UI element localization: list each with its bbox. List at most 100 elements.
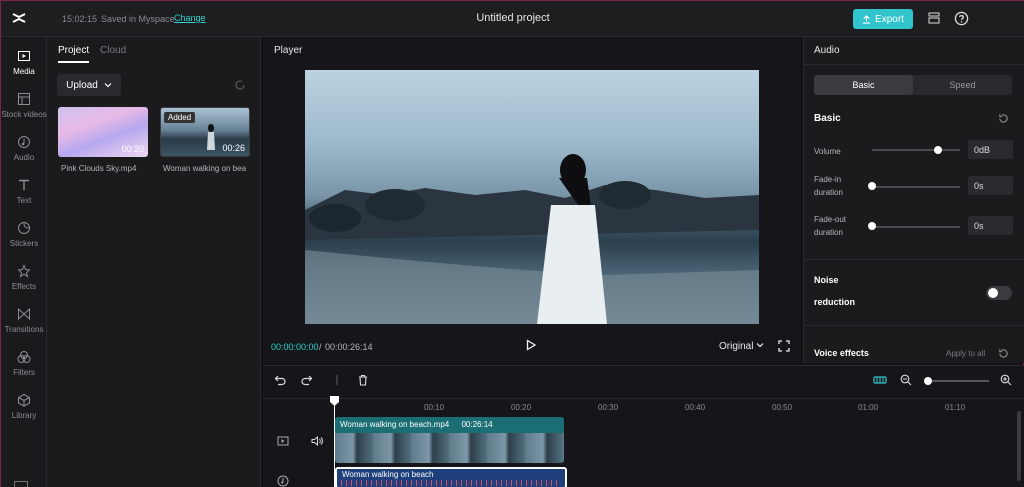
audio-clip[interactable]: Woman walking on beach <box>335 467 567 487</box>
export-label: Export <box>875 13 904 25</box>
refresh-icon[interactable] <box>234 79 246 91</box>
fullscreen-icon[interactable] <box>778 340 790 352</box>
snap-icon[interactable] <box>873 374 887 388</box>
filters-icon <box>17 351 31 363</box>
reset-icon[interactable] <box>998 113 1009 124</box>
noise-reduction-toggle[interactable] <box>986 286 1012 300</box>
help-icon[interactable] <box>953 10 969 26</box>
timeline-scrollbar[interactable] <box>1017 411 1021 481</box>
sidebar-label: Stock videos <box>1 110 47 119</box>
added-badge: Added <box>164 112 196 123</box>
zoom-in-icon[interactable] <box>1000 374 1014 388</box>
tick-label: 00:50 <box>772 403 793 412</box>
more-icon[interactable] <box>14 481 28 487</box>
upload-button[interactable]: Upload <box>57 74 121 96</box>
undo-icon[interactable] <box>274 374 288 388</box>
sidebar-item-library[interactable]: Library <box>1 393 47 429</box>
volume-value[interactable]: 0dB <box>968 140 1013 159</box>
chevron-down-icon <box>104 83 112 88</box>
tick-label: 01:00 <box>858 403 879 412</box>
playhead-line[interactable] <box>334 398 335 487</box>
sidebar-label: Media <box>13 67 35 76</box>
sidebar-item-transitions[interactable]: Transitions <box>1 307 47 343</box>
audio-track-icon <box>277 475 289 487</box>
apply-to-all-link[interactable]: Apply to all <box>946 349 985 358</box>
audio-icon <box>18 136 30 148</box>
capcut-logo-icon[interactable] <box>11 10 27 26</box>
reset-icon[interactable] <box>998 348 1009 359</box>
fade-out-value[interactable]: 0s <box>968 216 1013 235</box>
tick-label: 01:10 <box>945 403 966 412</box>
fade-out-label: Fade-out duration <box>814 213 846 239</box>
split-icon[interactable] <box>331 374 345 388</box>
zoom-slider[interactable] <box>929 380 989 382</box>
media-item-name: Woman walking on bea <box>163 164 247 173</box>
sidebar-item-text[interactable]: Text <box>1 178 47 214</box>
transitions-icon <box>18 307 30 321</box>
upload-arrow-icon <box>862 14 871 24</box>
sidebar-item-media[interactable]: Media <box>1 49 47 85</box>
volume-slider-knob[interactable] <box>934 146 942 154</box>
sidebar-label: Text <box>16 196 32 205</box>
time-total: 00:00:26:14 <box>325 342 373 352</box>
ratio-select[interactable]: Original <box>719 341 764 352</box>
play-icon[interactable] <box>525 339 539 353</box>
video-preview[interactable] <box>305 70 759 324</box>
fade-in-value[interactable]: 0s <box>968 176 1013 195</box>
noise-label-2: reduction <box>814 297 856 307</box>
delete-icon[interactable] <box>357 374 371 388</box>
top-bar: 15:02:15 Saved in Myspace Change Untitle… <box>1 1 1024 37</box>
redo-icon[interactable] <box>301 374 315 388</box>
fade-out-slider[interactable] <box>872 226 960 228</box>
stock-videos-icon <box>18 93 30 105</box>
tab-project[interactable]: Project <box>58 45 89 56</box>
sidebar-label: Audio <box>13 153 35 162</box>
speaker-icon[interactable] <box>311 435 323 447</box>
fade-in-slider[interactable] <box>872 186 960 188</box>
tab-speed[interactable]: Speed <box>913 75 1012 95</box>
video-clip[interactable]: Woman walking on beach.mp4 00:26:14 <box>335 417 564 463</box>
player-panel: Player 00:00:00:00 / 00:00:26:14 Origina… <box>263 37 801 363</box>
fade-in-label: Fade-in duration <box>814 173 843 199</box>
video-track-icon <box>277 435 289 447</box>
sidebar-item-effects[interactable]: Effects <box>1 264 47 300</box>
fade-in-label-line1: Fade-in <box>814 175 842 184</box>
media-item-beach[interactable]: Added 00:26 <box>160 107 250 157</box>
export-button[interactable]: Export <box>853 9 913 29</box>
media-item-clouds[interactable]: 00:20 <box>58 107 148 157</box>
sidebar-item-audio[interactable]: Audio <box>1 135 47 171</box>
tick-label: 00:20 <box>511 403 532 412</box>
sidebar-label: Filters <box>13 368 35 377</box>
timeline: 00:10 00:20 00:30 00:40 00:50 01:00 01:1… <box>263 365 1024 487</box>
effects-icon <box>17 264 31 278</box>
tick-label: 00:40 <box>685 403 706 412</box>
timeline-ruler[interactable]: 00:10 00:20 00:30 00:40 00:50 01:00 01:1… <box>263 398 1024 412</box>
save-status: Saved in Myspace <box>101 14 175 24</box>
tab-basic[interactable]: Basic <box>814 75 913 95</box>
fade-out-slider-knob[interactable] <box>868 222 876 230</box>
zoom-slider-knob[interactable] <box>924 377 932 385</box>
layers-icon[interactable] <box>926 10 942 26</box>
audio-title: Audio <box>814 45 840 56</box>
volume-label: Volume <box>814 147 841 156</box>
tab-cloud[interactable]: Cloud <box>100 45 126 56</box>
video-clip-name: Woman walking on beach.mp4 <box>340 420 450 429</box>
divider <box>804 325 1024 326</box>
woman-silhouette-icon <box>207 124 215 150</box>
sidebar-item-stock-videos[interactable]: Stock videos <box>1 92 47 128</box>
fade-in-slider-knob[interactable] <box>868 182 876 190</box>
audio-clip-name: Woman walking on beach <box>342 470 434 479</box>
media-item-name: Pink Clouds Sky.mp4 <box>61 164 137 173</box>
video-clip-frames <box>335 433 564 463</box>
volume-slider[interactable] <box>872 149 960 151</box>
sidebar-label: Stickers <box>9 239 39 248</box>
sidebar-label: Library <box>11 411 37 420</box>
media-panel: Project Cloud Upload 00:20 Pink Clouds S… <box>47 37 261 487</box>
change-link[interactable]: Change <box>174 13 206 23</box>
library-icon <box>18 393 30 407</box>
zoom-out-icon[interactable] <box>900 374 914 388</box>
sidebar-item-filters[interactable]: Filters <box>1 350 47 386</box>
voice-effects-label: Voice effects <box>814 348 869 358</box>
fade-in-label-line2: duration <box>814 188 843 197</box>
sidebar-item-stickers[interactable]: Stickers <box>1 221 47 257</box>
